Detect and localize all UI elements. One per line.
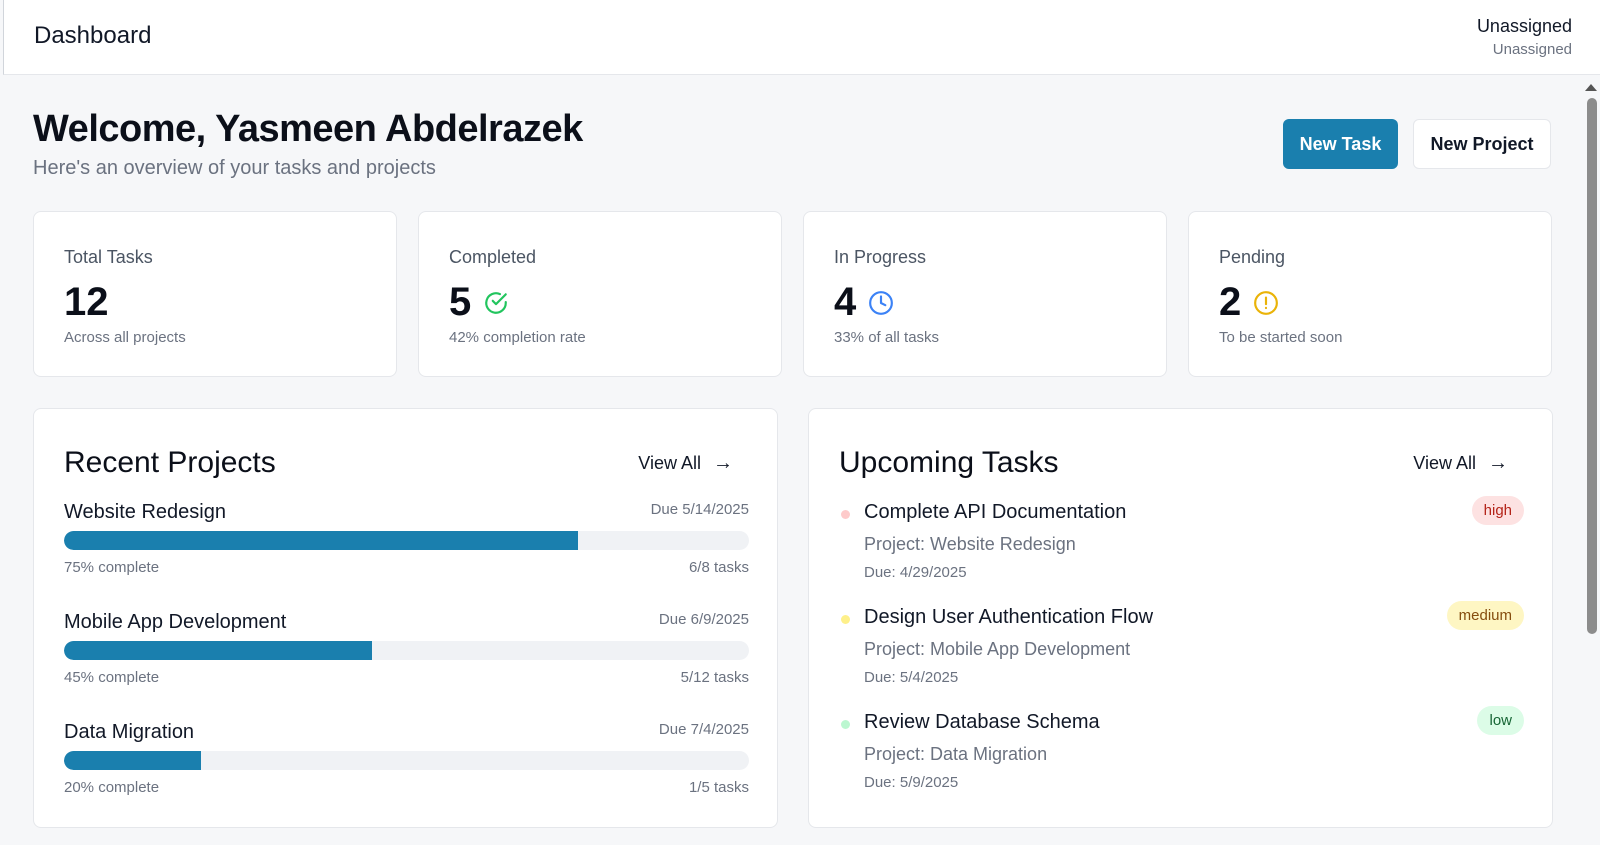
clock-icon [869, 290, 894, 315]
arrow-right-icon: → [713, 452, 733, 474]
task-name: Review Database Schema [864, 711, 1100, 733]
check-circle-icon [485, 291, 508, 314]
project-task-count: 6/8 tasks [688, 559, 749, 576]
upcoming-tasks-title: Upcoming Tasks [839, 446, 1059, 479]
project-due: Due 7/4/2025 [658, 721, 749, 738]
progress-label: 20% complete [64, 779, 160, 796]
progress-label: 45% complete [64, 669, 160, 686]
view-all-label: View All [1413, 453, 1476, 473]
project-due: Due 5/14/2025 [650, 501, 749, 518]
tasks-view-all-link[interactable]: View All → [1413, 452, 1508, 475]
stat-card-in-progress: In Progress 4 33% of all tasks [803, 211, 1167, 377]
task-item[interactable]: Review Database Schema Project: Data Mig… [839, 706, 1524, 801]
stat-value: 2 [1219, 280, 1242, 324]
user-name: Unassigned [1476, 16, 1572, 36]
priority-badge: low [1477, 706, 1524, 735]
priority-badge: medium [1446, 601, 1524, 630]
welcome-subheading: Here's an overview of your tasks and pro… [33, 157, 436, 179]
progress-fill [64, 531, 578, 550]
priority-badge: high [1471, 496, 1524, 525]
stat-card-pending: Pending 2 To be started soon [1188, 211, 1552, 377]
progress-fill [64, 751, 201, 770]
project-task-count: 5/12 tasks [680, 669, 749, 686]
progress-fill [64, 641, 373, 660]
progress-bar [64, 531, 749, 550]
task-due: Due: 4/29/2025 [864, 564, 967, 581]
stat-sub: Across all projects [64, 329, 186, 346]
projects-view-all-link[interactable]: View All → [638, 452, 733, 475]
stat-card-completed: Completed 5 42% completion rate [418, 211, 782, 377]
upcoming-tasks-panel: Upcoming Tasks View All → Complete API D… [808, 408, 1553, 828]
alert-circle-icon [1254, 290, 1279, 315]
user-role: Unassigned [1492, 41, 1572, 58]
progress-bar [64, 641, 749, 660]
scroll-up-arrow-icon[interactable] [1585, 84, 1597, 91]
project-task-count: 1/5 tasks [688, 779, 749, 796]
priority-dot [841, 720, 850, 729]
stat-value: 5 [449, 280, 472, 324]
task-project: Project: Data Migration [864, 744, 1048, 764]
new-task-button[interactable]: New Task [1283, 119, 1398, 169]
project-name: Data Migration [64, 721, 195, 743]
stat-label: Completed [449, 247, 537, 267]
arrow-right-icon: → [1488, 452, 1508, 474]
view-all-label: View All [638, 453, 701, 473]
stat-label: Pending [1219, 247, 1286, 267]
task-due: Due: 5/4/2025 [864, 669, 959, 686]
progress-bar [64, 751, 749, 770]
stat-label: In Progress [834, 247, 927, 267]
scrollbar-thumb[interactable] [1587, 98, 1597, 634]
stat-card-total-tasks: Total Tasks 12 Across all projects [33, 211, 397, 377]
page-title: Dashboard [34, 22, 152, 49]
progress-label: 75% complete [64, 559, 160, 576]
task-name: Design User Authentication Flow [864, 606, 1154, 628]
recent-projects-panel: Recent Projects View All → Website Redes… [33, 408, 778, 828]
stat-sub: To be started soon [1219, 329, 1343, 346]
priority-dot [841, 615, 850, 624]
stat-sub: 33% of all tasks [834, 329, 940, 346]
task-name: Complete API Documentation [864, 501, 1127, 523]
top-header: Dashboard Unassigned Unassigned [3, 0, 1600, 75]
task-due: Due: 5/9/2025 [864, 774, 959, 791]
task-project: Project: Mobile App Development [864, 639, 1131, 659]
task-project: Project: Website Redesign [864, 534, 1076, 554]
project-name: Mobile App Development [64, 611, 287, 633]
task-item[interactable]: Design User Authentication Flow Project:… [839, 601, 1524, 696]
stat-sub: 42% completion rate [449, 329, 586, 346]
task-item[interactable]: Complete API Documentation Project: Webs… [839, 496, 1524, 591]
welcome-section: Welcome, Yasmeen Abdelrazek Here's an ov… [33, 108, 583, 180]
user-menu[interactable]: Unassigned Unassigned [1477, 16, 1572, 58]
stat-label: Total Tasks [64, 247, 153, 267]
project-due: Due 6/9/2025 [658, 611, 749, 628]
recent-projects-title: Recent Projects [64, 446, 276, 479]
project-name: Website Redesign [64, 501, 226, 523]
stat-value: 12 [64, 280, 109, 324]
welcome-heading: Welcome, Yasmeen Abdelrazek [33, 108, 583, 150]
priority-dot [841, 510, 850, 519]
new-project-button[interactable]: New Project [1413, 119, 1551, 169]
stat-value: 4 [834, 280, 857, 324]
